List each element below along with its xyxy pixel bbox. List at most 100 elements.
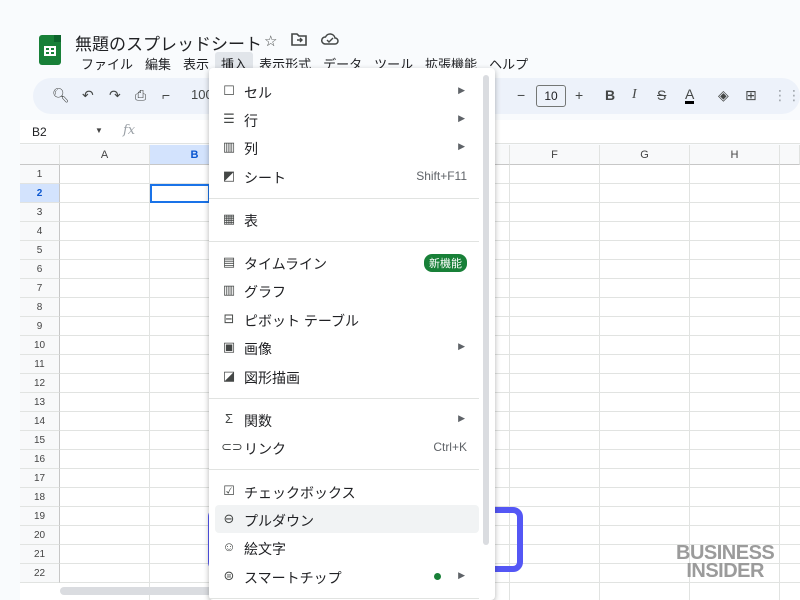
dropdown-icon: ⊖ — [223, 511, 235, 526]
bold-icon[interactable]: B — [605, 87, 615, 103]
sheets-logo-icon[interactable] — [39, 35, 61, 65]
undo-icon[interactable]: ↶ — [82, 87, 94, 104]
column-header-a[interactable]: A — [60, 145, 150, 165]
increase-font-icon[interactable]: + — [575, 87, 583, 103]
row-header[interactable]: 17 — [20, 469, 60, 488]
row-header[interactable]: 12 — [20, 374, 60, 393]
menu-item-function[interactable]: Σ 関数 ▶ — [209, 405, 479, 433]
row-header[interactable]: 4 — [20, 222, 60, 241]
row-header[interactable]: 2 — [20, 184, 60, 203]
cloud-status-icon[interactable] — [321, 32, 340, 50]
star-icon[interactable]: ☆ — [264, 32, 277, 50]
redo-icon[interactable]: ↷ — [109, 87, 121, 104]
smart-chip-icon: ⊜ — [223, 568, 235, 583]
merge-cells-icon[interactable]: ⋮⋮ — [773, 87, 800, 104]
row-header[interactable]: 8 — [20, 298, 60, 317]
print-icon[interactable]: ⎙ — [135, 87, 146, 104]
row-header[interactable]: 18 — [20, 488, 60, 507]
column-header-g[interactable]: G — [600, 145, 690, 165]
sigma-icon: Σ — [224, 411, 234, 426]
row-header[interactable]: 19 — [20, 507, 60, 526]
menu-item-label: 図形描画 — [244, 370, 300, 386]
paint-format-icon[interactable]: ⌐ — [162, 87, 170, 103]
menu-item-table[interactable]: ▦ 表 — [209, 205, 479, 233]
font-size-input[interactable]: 10 — [536, 85, 566, 107]
image-icon: ▣ — [222, 339, 236, 354]
decrease-font-icon[interactable]: − — [517, 87, 525, 103]
menu-item-pivot-table[interactable]: ⊟ ピボット テーブル — [209, 305, 479, 333]
menu-item-sheet[interactable]: ◩ シート Shift+F11 — [209, 162, 479, 190]
search-icon[interactable]: 🔍︎ — [52, 87, 70, 104]
menu-item-timeline[interactable]: ▤ タイムライン 新機能 — [209, 248, 479, 276]
menu-file[interactable]: ファイル — [75, 52, 139, 75]
grid-line — [779, 165, 780, 600]
submenu-arrow-icon: ▶ — [458, 113, 465, 123]
row-header[interactable]: 7 — [20, 279, 60, 298]
grid-line — [689, 165, 690, 600]
name-box[interactable]: B2 — [32, 125, 47, 139]
menu-item-label: 画像 — [244, 341, 272, 357]
italic-icon[interactable]: I — [632, 87, 637, 103]
menu-item-link[interactable]: ⊂⊃ リンク Ctrl+K — [209, 433, 479, 461]
text-color-icon[interactable]: A — [685, 87, 695, 104]
menu-item-drawing[interactable]: ◪ 図形描画 — [209, 362, 479, 390]
row-header[interactable]: 15 — [20, 431, 60, 450]
move-folder-icon[interactable] — [291, 32, 308, 50]
submenu-arrow-icon: ▶ — [458, 570, 465, 580]
menu-edit[interactable]: 編集 — [139, 52, 177, 75]
link-icon: ⊂⊃ — [221, 439, 243, 454]
menu-divider — [209, 469, 479, 470]
select-all-corner[interactable] — [20, 145, 60, 165]
menu-item-label: セル — [244, 85, 272, 101]
submenu-arrow-icon: ▶ — [458, 341, 465, 351]
strikethrough-icon[interactable]: S — [657, 87, 666, 103]
row-header[interactable]: 11 — [20, 355, 60, 374]
column-header-h[interactable]: H — [690, 145, 780, 165]
cell-icon: ☐ — [223, 83, 235, 98]
menu-item-smart-chip[interactable]: ⊜ スマートチップ ▶ — [209, 562, 479, 590]
row-header[interactable]: 21 — [20, 545, 60, 564]
name-box-dropdown-icon[interactable]: ▼ — [95, 126, 103, 135]
title-icons: ☆ — [264, 32, 340, 50]
menu-item-label: ピボット テーブル — [244, 313, 360, 329]
row-header[interactable]: 5 — [20, 241, 60, 260]
menu-item-label: 行 — [244, 113, 258, 129]
menu-item-checkbox[interactable]: ☑ チェックボックス — [209, 477, 479, 505]
fill-color-icon[interactable]: ◈ — [718, 87, 729, 104]
row-icon: ☰ — [223, 111, 235, 126]
row-header[interactable]: 16 — [20, 450, 60, 469]
row-header[interactable]: 10 — [20, 336, 60, 355]
row-header[interactable]: 9 — [20, 317, 60, 336]
menu-scrollbar[interactable] — [483, 75, 489, 545]
menu-item-chart[interactable]: ▥ グラフ — [209, 276, 479, 304]
fx-icon: fx — [123, 123, 136, 138]
menu-item-image[interactable]: ▣ 画像 ▶ — [209, 333, 479, 361]
menu-item-column[interactable]: ▥ 列 ▶ — [209, 133, 479, 161]
row-header[interactable]: 3 — [20, 203, 60, 222]
menu-item-label: 列 — [244, 141, 258, 157]
borders-icon[interactable]: ⊞ — [745, 87, 757, 104]
menu-item-row[interactable]: ☰ 行 ▶ — [209, 105, 479, 133]
menu-item-label: スマートチップ — [244, 570, 342, 586]
column-header-f[interactable]: F — [510, 145, 600, 165]
row-header[interactable]: 14 — [20, 412, 60, 431]
chart-icon: ▥ — [222, 282, 236, 297]
row-header[interactable]: 6 — [20, 260, 60, 279]
menu-item-label: シート — [244, 170, 286, 186]
row-header[interactable]: 1 — [20, 165, 60, 184]
submenu-arrow-icon: ▶ — [458, 141, 465, 151]
row-header[interactable]: 13 — [20, 393, 60, 412]
grid-line — [149, 165, 150, 600]
row-header[interactable]: 22 — [20, 564, 60, 583]
column-icon: ▥ — [222, 139, 236, 154]
column-header-i[interactable] — [780, 145, 800, 165]
menu-item-cell[interactable]: ☐ セル ▶ — [209, 77, 479, 105]
menu-item-label: プルダウン — [244, 513, 314, 529]
shortcut-label: Ctrl+K — [433, 440, 467, 454]
menu-item-dropdown[interactable]: ⊖ プルダウン — [215, 505, 479, 533]
row-header[interactable]: 20 — [20, 526, 60, 545]
emoji-icon: ☺ — [222, 539, 236, 554]
menu-divider — [209, 198, 479, 199]
menu-item-label: チェックボックス — [244, 485, 356, 501]
menu-item-emoji[interactable]: ☺ 絵文字 — [209, 533, 479, 561]
